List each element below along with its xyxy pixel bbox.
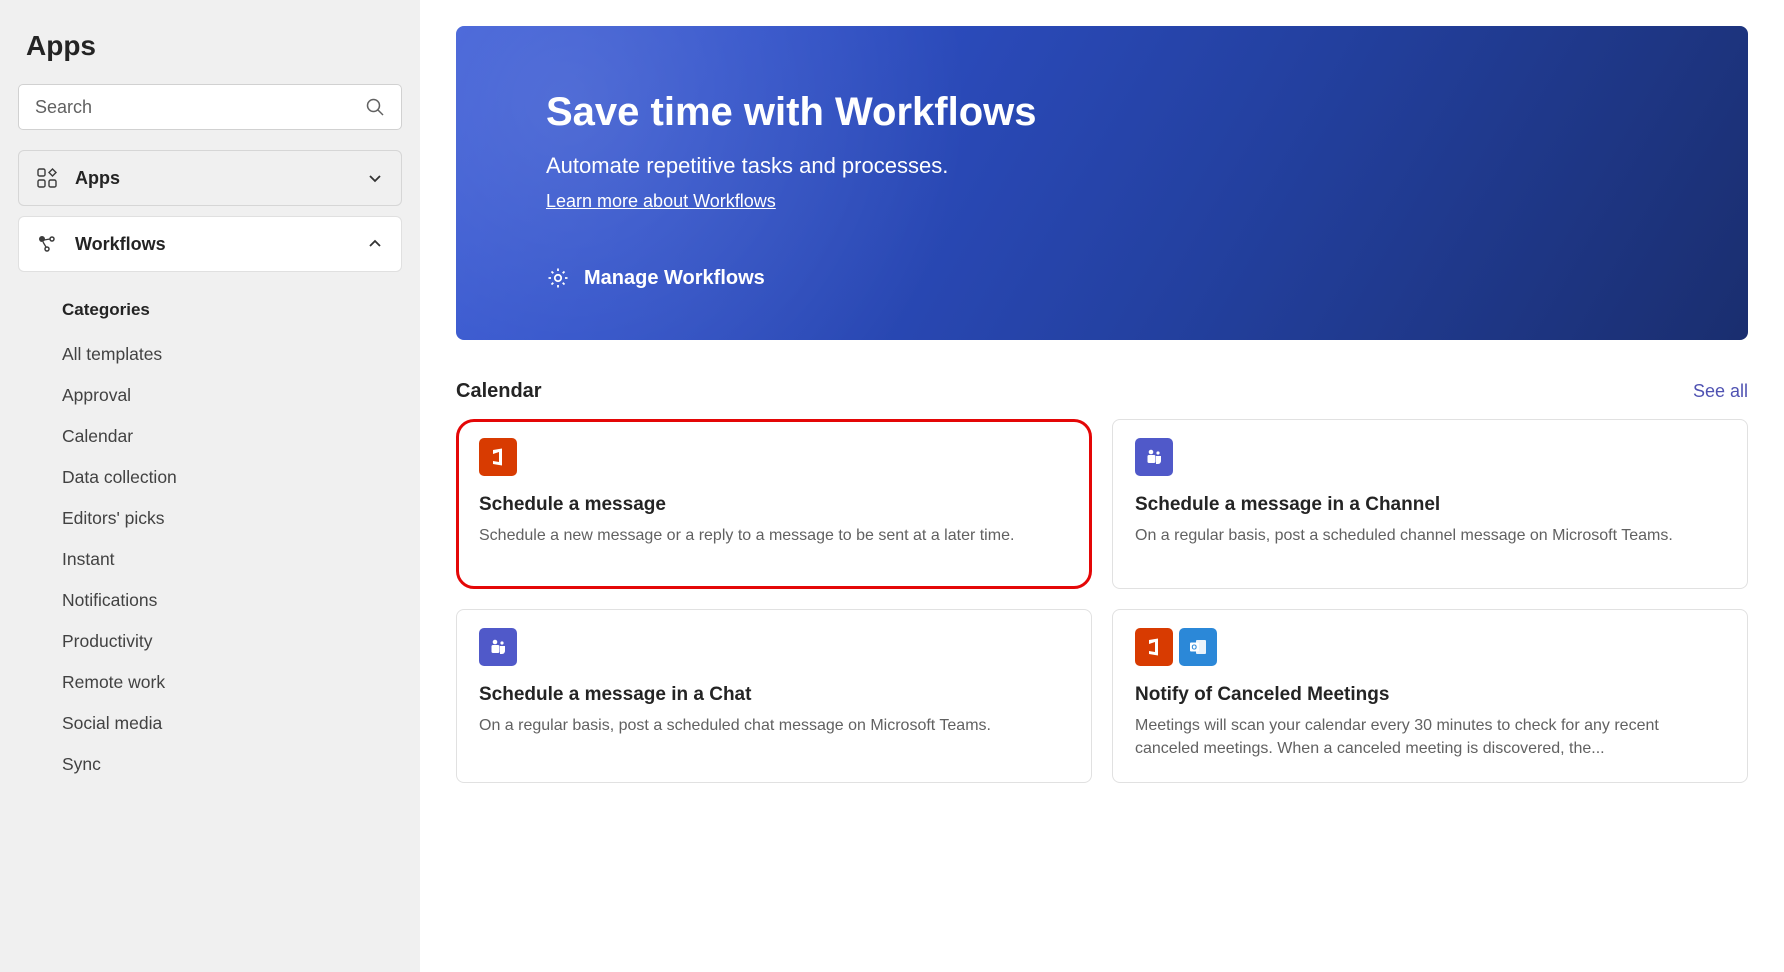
sidebar-title: Apps — [26, 30, 394, 62]
teams-icon — [479, 628, 517, 666]
search-input[interactable] — [35, 97, 365, 118]
category-item[interactable]: Productivity — [18, 621, 402, 662]
workflow-card-schedule-channel[interactable]: Schedule a message in a Channel On a reg… — [1112, 419, 1748, 589]
workflows-icon — [37, 234, 65, 254]
section-header: Calendar See all — [456, 380, 1748, 403]
category-item[interactable]: Remote work — [18, 662, 402, 703]
search-box[interactable] — [18, 84, 402, 130]
category-item[interactable]: Sync — [18, 744, 402, 785]
chevron-up-icon — [367, 236, 383, 252]
gear-icon — [546, 266, 570, 290]
card-desc: Meetings will scan your calendar every 3… — [1135, 714, 1725, 760]
category-item[interactable]: Data collection — [18, 457, 402, 498]
card-title: Schedule a message in a Channel — [1135, 494, 1725, 516]
section-title: Calendar — [456, 380, 542, 403]
manage-workflows-button[interactable]: Manage Workflows — [546, 266, 1658, 290]
card-grid: Schedule a message Schedule a new messag… — [456, 419, 1748, 783]
see-all-link[interactable]: See all — [1693, 381, 1748, 402]
card-desc: Schedule a new message or a reply to a m… — [479, 524, 1069, 547]
nav-workflows-label: Workflows — [75, 234, 367, 255]
workflow-card-schedule-chat[interactable]: Schedule a message in a Chat On a regula… — [456, 609, 1092, 783]
teams-icon — [1135, 438, 1173, 476]
office-icon — [1135, 628, 1173, 666]
card-title: Schedule a message — [479, 494, 1069, 516]
nav-apps[interactable]: Apps — [18, 150, 402, 206]
svg-text:O: O — [1191, 645, 1197, 652]
nav-workflows[interactable]: Workflows — [18, 216, 402, 272]
card-icons — [1135, 438, 1725, 476]
card-title: Schedule a message in a Chat — [479, 684, 1069, 706]
learn-more-link[interactable]: Learn more about Workflows — [546, 191, 776, 212]
search-icon — [365, 97, 385, 117]
manage-workflows-label: Manage Workflows — [584, 267, 765, 290]
card-title: Notify of Canceled Meetings — [1135, 684, 1725, 706]
categories-list: All templates Approval Calendar Data col… — [18, 334, 402, 785]
hero-subtitle: Automate repetitive tasks and processes. — [546, 153, 1658, 179]
workflow-card-schedule-message[interactable]: Schedule a message Schedule a new messag… — [456, 419, 1092, 589]
category-item[interactable]: Instant — [18, 539, 402, 580]
nav-apps-label: Apps — [75, 168, 367, 189]
card-icons — [479, 628, 1069, 666]
card-icons — [479, 438, 1069, 476]
category-item[interactable]: Calendar — [18, 416, 402, 457]
card-desc: On a regular basis, post a scheduled cha… — [479, 714, 1069, 737]
workflow-card-canceled-meetings[interactable]: O Notify of Canceled Meetings Meetings w… — [1112, 609, 1748, 783]
office-icon — [479, 438, 517, 476]
category-item[interactable]: All templates — [18, 334, 402, 375]
category-item[interactable]: Approval — [18, 375, 402, 416]
hero-banner: Save time with Workflows Automate repeti… — [456, 26, 1748, 340]
category-item[interactable]: Notifications — [18, 580, 402, 621]
hero-title: Save time with Workflows — [546, 90, 1658, 135]
sidebar: Apps Apps Workflows Categories All templ… — [0, 0, 420, 972]
card-icons: O — [1135, 628, 1725, 666]
card-desc: On a regular basis, post a scheduled cha… — [1135, 524, 1725, 547]
apps-icon — [37, 168, 65, 188]
categories-header: Categories — [62, 300, 402, 320]
chevron-down-icon — [367, 170, 383, 186]
outlook-icon: O — [1179, 628, 1217, 666]
category-item[interactable]: Editors' picks — [18, 498, 402, 539]
category-item[interactable]: Social media — [18, 703, 402, 744]
main-content: Save time with Workflows Automate repeti… — [420, 0, 1784, 972]
